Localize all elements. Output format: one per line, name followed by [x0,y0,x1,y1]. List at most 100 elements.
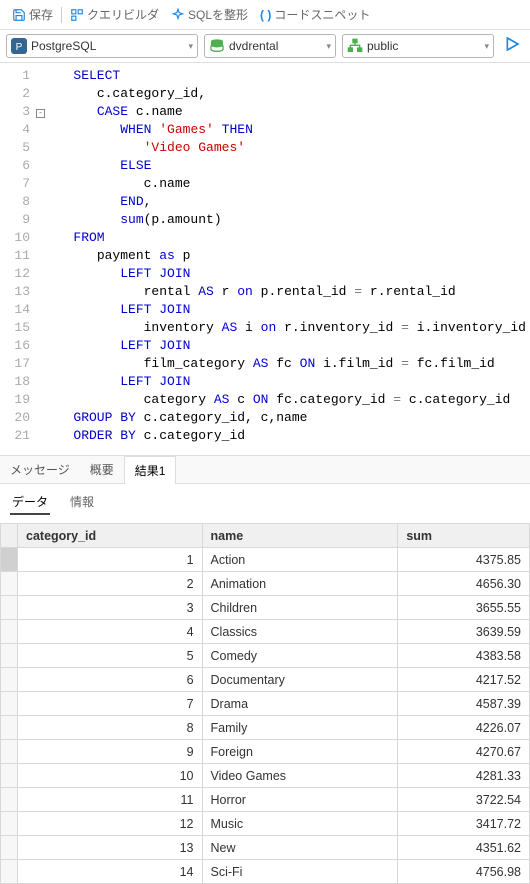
row-handle[interactable] [1,764,18,788]
cell-sum[interactable]: 3722.54 [398,788,530,812]
row-handle[interactable] [1,596,18,620]
cell-sum[interactable]: 3417.72 [398,812,530,836]
row-handle[interactable] [1,812,18,836]
col-category-id[interactable]: category_id [18,524,203,548]
chevron-down-icon: ▾ [326,41,331,52]
cell-name[interactable]: Animation [202,572,398,596]
save-icon [12,8,26,22]
run-button[interactable] [500,36,524,57]
database-dropdown[interactable]: dvdrental ▾ [204,34,336,58]
cell-name[interactable]: Children [202,596,398,620]
cell-sum[interactable]: 4270.67 [398,740,530,764]
play-icon [504,36,520,52]
table-row[interactable]: 14Sci-Fi4756.98 [1,860,530,884]
row-handle[interactable] [1,740,18,764]
cell-category-id[interactable]: 2 [18,572,203,596]
tab-messages[interactable]: メッセージ [0,456,80,483]
table-row[interactable]: 12Music3417.72 [1,812,530,836]
table-row[interactable]: 3Children3655.55 [1,596,530,620]
table-row[interactable]: 13New4351.62 [1,836,530,860]
table-row[interactable]: 1Action4375.85 [1,548,530,572]
table-row[interactable]: 2Animation4656.30 [1,572,530,596]
tab-summary[interactable]: 概要 [80,456,124,483]
cell-sum[interactable]: 4281.33 [398,764,530,788]
cell-sum[interactable]: 4217.52 [398,668,530,692]
schema-dropdown[interactable]: public ▾ [342,34,494,58]
cell-category-id[interactable]: 14 [18,860,203,884]
cell-name[interactable]: Drama [202,692,398,716]
table-row[interactable]: 7Drama4587.39 [1,692,530,716]
cell-name[interactable]: Sci-Fi [202,860,398,884]
query-builder-button[interactable]: クエリビルダ [64,4,165,25]
sub-tabs: データ 情報 [0,484,530,515]
row-handle[interactable] [1,644,18,668]
row-handle[interactable] [1,836,18,860]
code-snippet-button[interactable]: ( ) コードスニペット [254,4,376,25]
cell-name[interactable]: Action [202,548,398,572]
code-snippet-label: コードスニペット [274,6,370,23]
table-row[interactable]: 8Family4226.07 [1,716,530,740]
format-sql-button[interactable]: SQLを整形 [165,4,254,25]
cell-category-id[interactable]: 7 [18,692,203,716]
database-icon [209,38,225,54]
table-row[interactable]: 9Foreign4270.67 [1,740,530,764]
cell-category-id[interactable]: 8 [18,716,203,740]
row-handle[interactable] [1,860,18,884]
cell-sum[interactable]: 4383.58 [398,644,530,668]
cell-name[interactable]: Family [202,716,398,740]
database-label: dvdrental [229,39,322,53]
cell-category-id[interactable]: 4 [18,620,203,644]
row-handle[interactable] [1,572,18,596]
cell-name[interactable]: Foreign [202,740,398,764]
table-row[interactable]: 10Video Games4281.33 [1,764,530,788]
cell-category-id[interactable]: 13 [18,836,203,860]
sparkle-icon [171,8,185,22]
cell-sum[interactable]: 4756.98 [398,860,530,884]
sql-editor[interactable]: 123456789101112131415161718192021 - SELE… [0,63,530,455]
code-area[interactable]: SELECT c.category_id, CASE c.name WHEN '… [50,67,530,445]
cell-name[interactable]: Documentary [202,668,398,692]
cell-category-id[interactable]: 9 [18,740,203,764]
col-sum[interactable]: sum [398,524,530,548]
cell-category-id[interactable]: 5 [18,644,203,668]
save-button[interactable]: 保存 [6,4,59,25]
fold-toggle[interactable]: - [36,109,45,118]
format-sql-label: SQLを整形 [188,6,248,23]
cell-sum[interactable]: 4226.07 [398,716,530,740]
cell-name[interactable]: Classics [202,620,398,644]
cell-sum[interactable]: 4375.85 [398,548,530,572]
row-handle[interactable] [1,548,18,572]
row-handle[interactable] [1,788,18,812]
table-row[interactable]: 11Horror3722.54 [1,788,530,812]
cell-category-id[interactable]: 1 [18,548,203,572]
cell-category-id[interactable]: 10 [18,764,203,788]
row-handle[interactable] [1,716,18,740]
table-row[interactable]: 4Classics3639.59 [1,620,530,644]
cell-name[interactable]: Video Games [202,764,398,788]
cell-name[interactable]: New [202,836,398,860]
cell-name[interactable]: Horror [202,788,398,812]
cell-category-id[interactable]: 11 [18,788,203,812]
row-handle[interactable] [1,668,18,692]
cell-name[interactable]: Music [202,812,398,836]
cell-sum[interactable]: 4587.39 [398,692,530,716]
table-row[interactable]: 5Comedy4383.58 [1,644,530,668]
cell-sum[interactable]: 3639.59 [398,620,530,644]
row-handle[interactable] [1,620,18,644]
cell-category-id[interactable]: 6 [18,668,203,692]
subtab-info[interactable]: 情報 [68,490,96,515]
cell-sum[interactable]: 4656.30 [398,572,530,596]
cell-name[interactable]: Comedy [202,644,398,668]
col-name[interactable]: name [202,524,398,548]
postgresql-icon: P [11,38,27,54]
cell-sum[interactable]: 4351.62 [398,836,530,860]
tab-result1[interactable]: 結果1 [124,456,177,484]
cell-sum[interactable]: 3655.55 [398,596,530,620]
table-row[interactable]: 6Documentary4217.52 [1,668,530,692]
cell-category-id[interactable]: 12 [18,812,203,836]
cell-category-id[interactable]: 3 [18,596,203,620]
driver-dropdown[interactable]: P PostgreSQL ▾ [6,34,198,58]
row-handle[interactable] [1,692,18,716]
result-tabs: メッセージ 概要 結果1 [0,455,530,484]
subtab-data[interactable]: データ [10,490,50,515]
